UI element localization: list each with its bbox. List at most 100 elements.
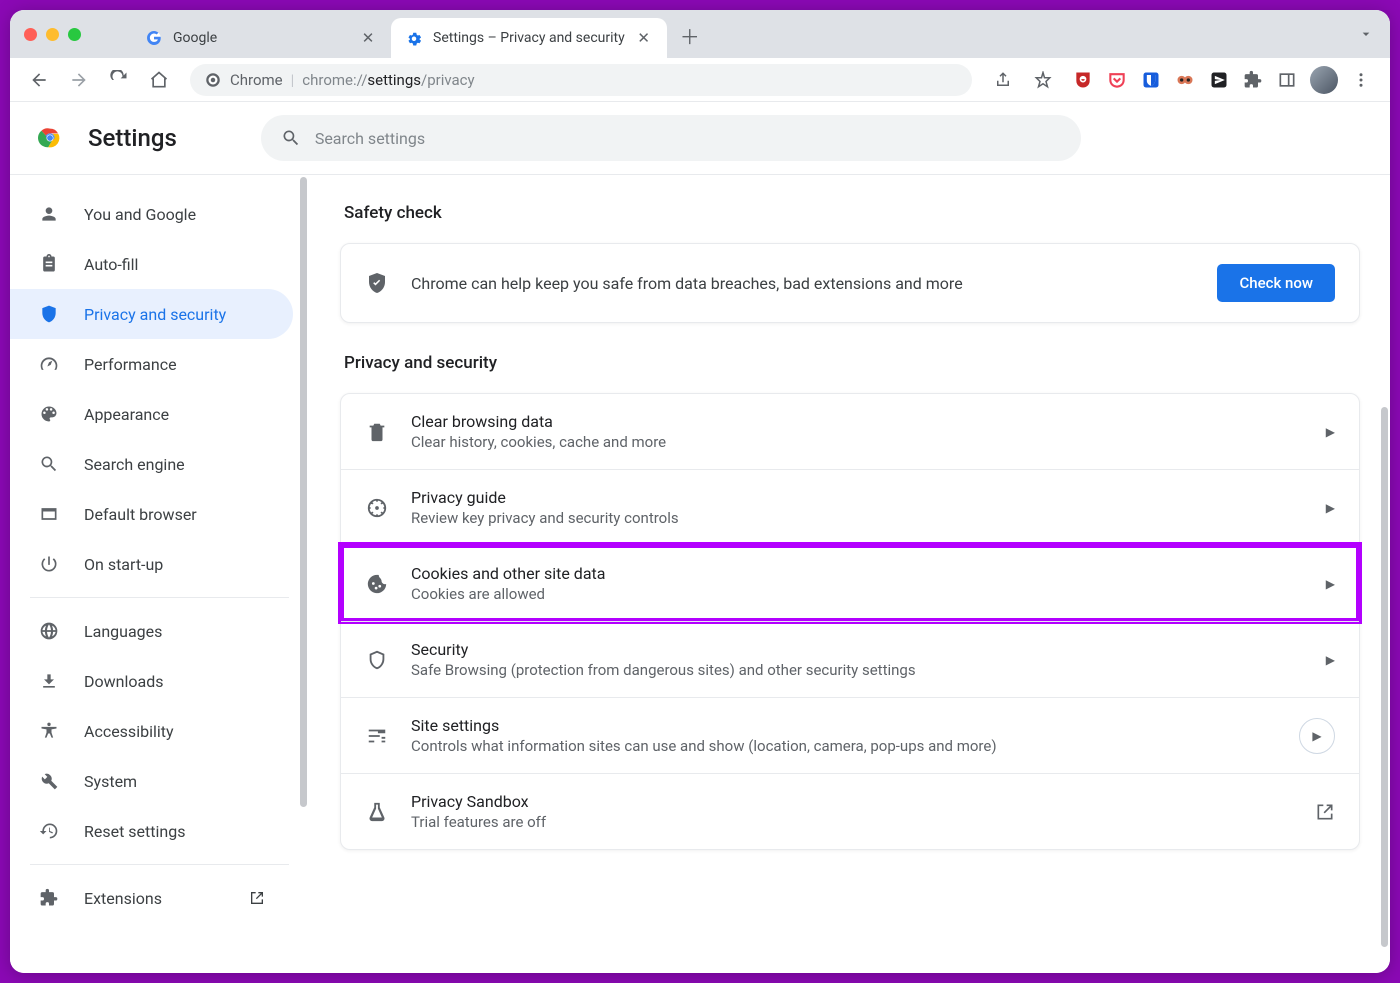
sidebar-item-performance[interactable]: Performance [10,339,293,389]
sidebar-item-label: Accessibility [84,722,174,741]
row-subtitle: Review key privacy and security controls [411,509,1304,527]
new-tab-button[interactable]: ＋ [673,18,707,52]
sidebar-item-label: Performance [84,355,177,374]
sidebar-item-label: System [84,772,137,791]
privacy-row-privacy-sandbox[interactable]: Privacy SandboxTrial features are off [341,773,1359,849]
sidebar-item-auto-fill[interactable]: Auto-fill [10,239,293,289]
row-subtitle: Clear history, cookies, cache and more [411,433,1304,451]
chevron-right-icon: ▶ [1326,577,1335,591]
sidebar-item-label: Appearance [84,405,169,424]
tab-overflow-button[interactable] [1358,26,1374,42]
site-info-icon [204,71,222,89]
reload-button[interactable] [102,63,136,97]
chrome-logo [36,124,64,152]
window-icon [38,503,60,525]
sidebar-item-extensions[interactable]: Extensions [10,873,293,923]
tab-close-icon[interactable]: ✕ [635,29,653,47]
tab-settings[interactable]: Settings – Privacy and security ✕ [391,18,667,58]
row-subtitle: Cookies are allowed [411,585,1304,603]
close-window[interactable] [24,28,37,41]
tab-google[interactable]: Google ✕ [131,18,391,58]
chevron-right-icon: ▶ [1299,718,1335,754]
sidebar-item-label: Privacy and security [84,305,226,324]
gear-icon [405,29,423,47]
privacy-card: Clear browsing data Clear history, cookie… [340,393,1360,850]
sidebar-item-you-and-google[interactable]: You and Google [10,189,293,239]
palette-icon [38,403,60,425]
sidebar-item-default-browser[interactable]: Default browser [10,489,293,539]
privacy-row-privacy-guide[interactable]: Privacy guide Review key privacy and secu… [341,469,1359,545]
search-icon [281,128,301,148]
safety-card: Chrome can help keep you safe from data … [340,243,1360,323]
check-now-button[interactable]: Check now [1217,264,1335,302]
browser-toolbar: Chrome | chrome://settings/privacy [10,58,1390,102]
flask-icon [365,801,389,823]
shield-check-icon [365,271,389,295]
content-scrollbar[interactable] [1379,175,1390,973]
window-controls [24,28,81,41]
sidebar-item-search-engine[interactable]: Search engine [10,439,293,489]
row-title: Privacy guide [411,488,1304,507]
chevron-right-icon: ▶ [1326,501,1335,515]
sidebar-item-label: Auto-fill [84,255,138,274]
settings-search[interactable] [261,115,1081,161]
settings-content: Safety check Chrome can help keep you sa… [310,175,1390,973]
sidebar-item-reset-settings[interactable]: Reset settings [10,806,293,856]
tune-icon [365,725,389,747]
extension-icon-send[interactable] [1208,69,1230,91]
sidebar-scrollbar[interactable] [298,175,309,973]
download-icon [38,670,60,692]
bookmark-button[interactable] [1026,63,1060,97]
power-icon [38,553,60,575]
safety-section-title: Safety check [344,203,1360,223]
privacy-section-title: Privacy and security [344,353,1360,373]
sidebar-item-languages[interactable]: Languages [10,606,293,656]
puzzle-icon [38,887,60,909]
home-button[interactable] [142,63,176,97]
clipboard-icon [38,253,60,275]
maximize-window[interactable] [68,28,81,41]
chevron-right-icon: ▶ [1326,425,1335,439]
privacy-row-cookies-and-other-site-data[interactable]: Cookies and other site dataCookies are a… [341,545,1359,621]
omnibox-label: Chrome [230,71,283,89]
sidebar-item-label: Reset settings [84,822,185,841]
sidebar-item-on-start-up[interactable]: On start-up [10,539,293,589]
ublock-icon[interactable] [1072,69,1094,91]
extension-icon-goggles[interactable] [1174,69,1196,91]
settings-app: Settings You and Google Auto-fill Privacy … [10,102,1390,973]
tab-close-icon[interactable]: ✕ [359,29,377,47]
sidebar-item-label: Default browser [84,505,197,524]
bitwarden-icon[interactable] [1140,69,1162,91]
sidebar-item-label: Search engine [84,455,185,474]
address-bar[interactable]: Chrome | chrome://settings/privacy [190,64,972,96]
pocket-icon[interactable] [1106,69,1128,91]
sidebar-item-privacy-and-security[interactable]: Privacy and security [10,289,293,339]
sidebar-item-system[interactable]: System [10,756,293,806]
privacy-row-site-settings[interactable]: Site settingsControls what information s… [341,697,1359,773]
back-button[interactable] [22,63,56,97]
forward-button[interactable] [62,63,96,97]
side-panel-button[interactable] [1276,69,1298,91]
extensions-tray [1066,66,1378,94]
wrench-icon [38,770,60,792]
share-button[interactable] [986,63,1020,97]
sidebar-item-label: Downloads [84,672,163,691]
sidebar-item-appearance[interactable]: Appearance [10,389,293,439]
extensions-button[interactable] [1242,69,1264,91]
shield-outline-icon [365,649,389,671]
profile-avatar[interactable] [1310,66,1338,94]
sidebar-item-downloads[interactable]: Downloads [10,656,293,706]
app-title: Settings [88,124,177,152]
privacy-row-security[interactable]: SecuritySafe Browsing (protection from d… [341,621,1359,697]
kebab-menu[interactable] [1350,69,1372,91]
sidebar-item-label: Extensions [84,889,162,908]
compass-icon [365,497,389,519]
row-title: Site settings [411,716,1277,735]
settings-sidebar: You and Google Auto-fill Privacy and secur… [10,175,310,973]
sidebar-item-accessibility[interactable]: Accessibility [10,706,293,756]
minimize-window[interactable] [46,28,59,41]
globe-icon [38,620,60,642]
settings-search-input[interactable] [315,129,1061,148]
row-title: Clear browsing data [411,412,1304,431]
privacy-row-clear-browsing-data[interactable]: Clear browsing data Clear history, cookie… [341,394,1359,469]
